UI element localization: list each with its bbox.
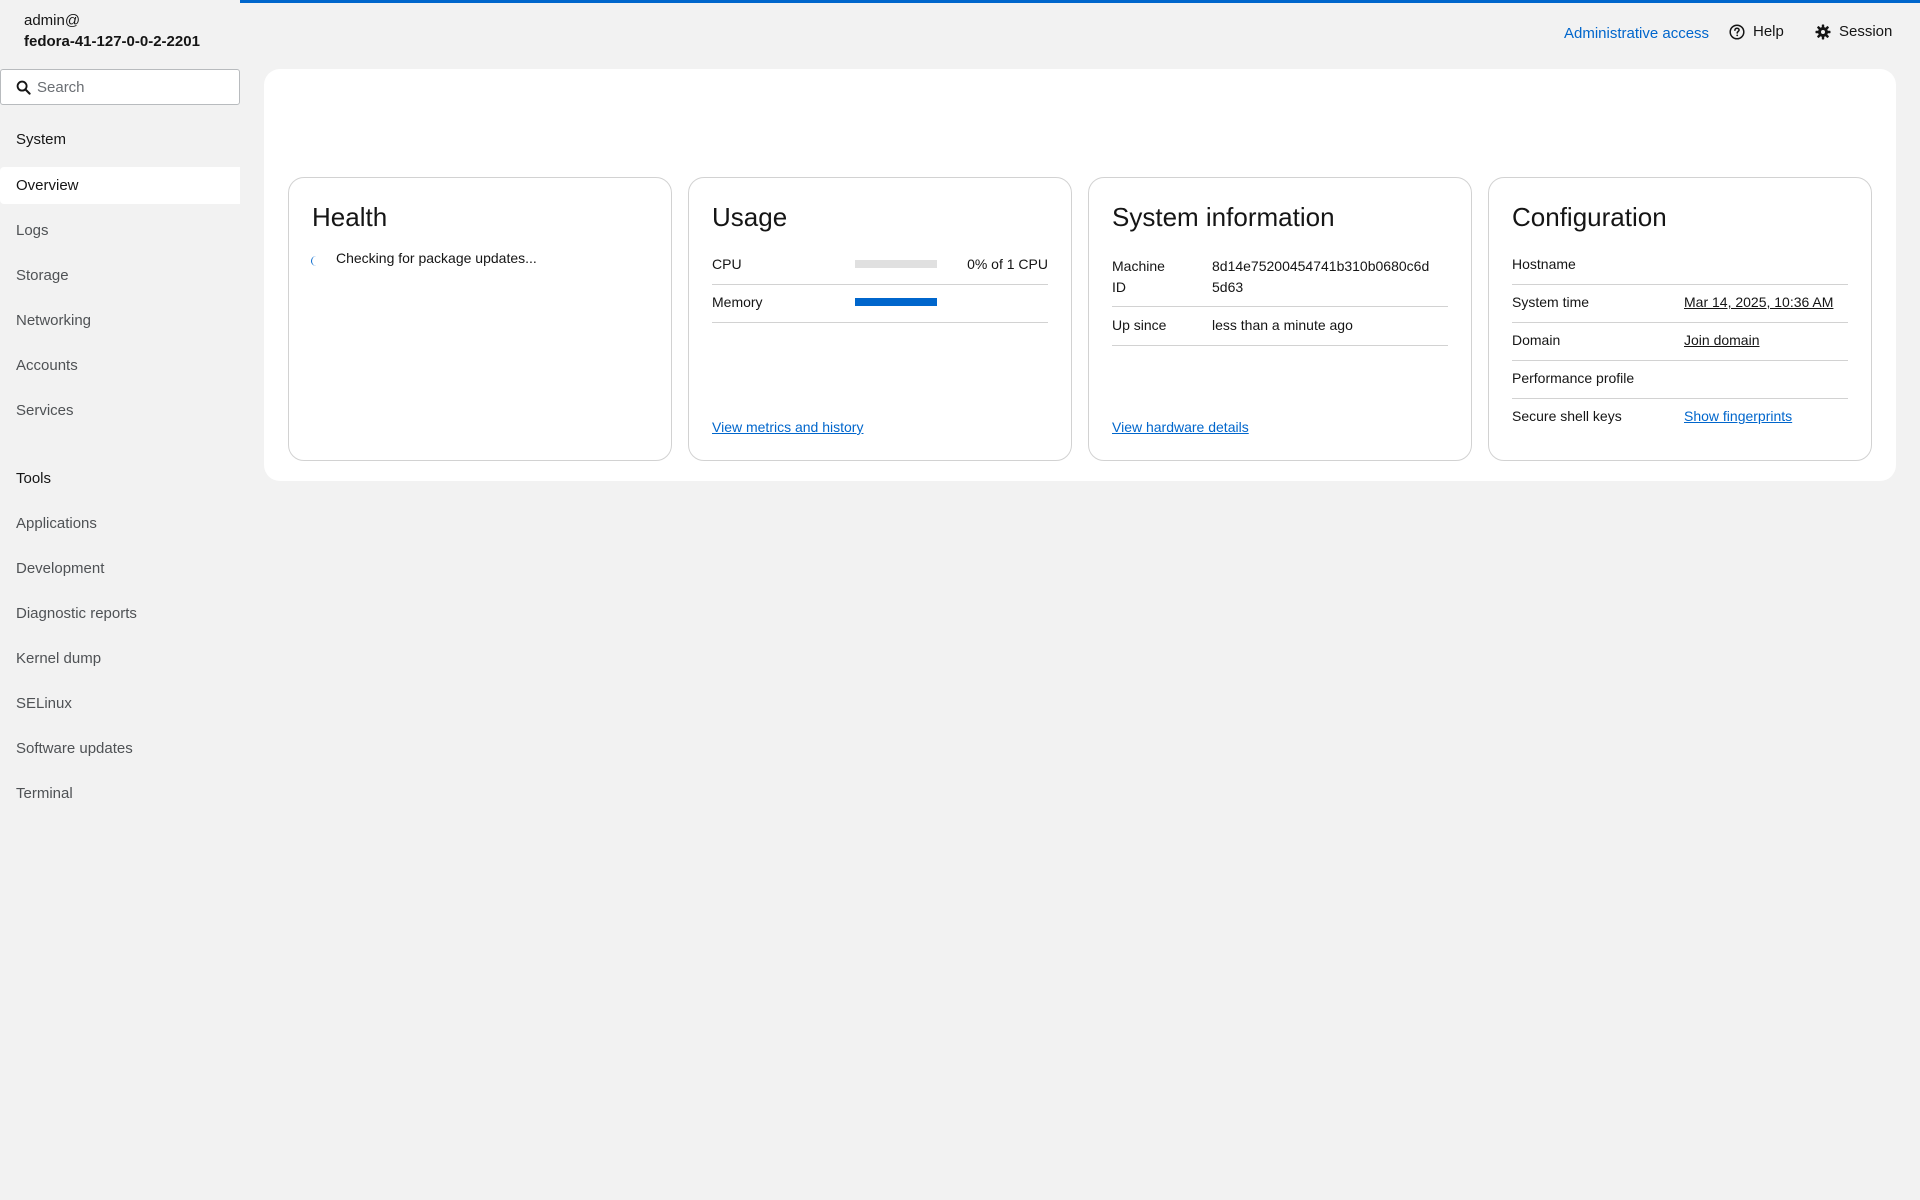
sidebar-item-selinux[interactable]: SELinux (0, 685, 240, 722)
up-since-value: less than a minute ago (1212, 317, 1353, 333)
sidebar: admin@ fedora-41-127-0-0-2-2201 System O… (0, 0, 240, 1200)
gear-icon (1815, 24, 1831, 39)
search-input[interactable] (37, 70, 232, 104)
cpu-label: CPU (712, 256, 742, 272)
up-since-row: Up since less than a minute ago (1112, 317, 1448, 346)
hostname-row: Hostname (1512, 256, 1848, 285)
sidebar-item-services[interactable]: Services (0, 392, 240, 429)
overview-panel: Health Checking for package updates... U… (264, 69, 1896, 481)
system-time-row: System time Mar 14, 2025, 10:36 AM (1512, 294, 1848, 323)
system-time-link[interactable]: Mar 14, 2025, 10:36 AM (1684, 294, 1833, 310)
administrative-access-link[interactable]: Administrative access (1564, 25, 1709, 42)
loading-bar (240, 0, 1920, 3)
nav-heading-tools: Tools (16, 470, 52, 487)
help-icon (1729, 23, 1745, 40)
help-button[interactable]: Help (1729, 23, 1784, 40)
view-metrics-link[interactable]: View metrics and history (712, 419, 863, 435)
system-time-label: System time (1512, 294, 1590, 310)
sidebar-item-software-updates[interactable]: Software updates (0, 730, 240, 767)
view-hardware-details-link[interactable]: View hardware details (1112, 419, 1249, 435)
nav-heading-system: System (16, 131, 67, 148)
sidebar-item-terminal[interactable]: Terminal (0, 775, 240, 812)
sidebar-item-storage[interactable]: Storage (0, 257, 240, 294)
memory-usage-bar (855, 298, 937, 306)
host-switcher[interactable]: admin@ fedora-41-127-0-0-2-2201 (24, 10, 200, 52)
sidebar-item-development[interactable]: Development (0, 550, 240, 587)
sidebar-item-applications[interactable]: Applications (0, 505, 240, 542)
configuration-card: Configuration Hostname System time Mar 1… (1488, 177, 1872, 461)
show-fingerprints-link[interactable]: Show fingerprints (1684, 408, 1792, 424)
health-status: Checking for package updates... (336, 250, 537, 266)
machine-id-row: Machine ID 8d14e75200454741b310b0680c6d 5d… (1112, 256, 1448, 307)
cpu-value: 0% of 1 CPU (967, 256, 1048, 272)
spinner-icon (311, 256, 321, 266)
usage-title: Usage (712, 202, 788, 232)
usage-card: Usage CPU 0% of 1 CPU Memory View metric… (688, 177, 1072, 461)
config-title: Configuration (1512, 202, 1667, 232)
health-title: Health (312, 202, 388, 232)
machine-id-value: 8d14e75200454741b310b0680c6d 5d63 (1212, 258, 1430, 295)
sidebar-item-logs[interactable]: Logs (0, 212, 240, 249)
hostname-label: Hostname (1512, 256, 1576, 272)
sidebar-item-kernel-dump[interactable]: Kernel dump (0, 640, 240, 677)
search-box[interactable] (0, 69, 240, 105)
ssh-keys-row: Secure shell keys Show fingerprints (1512, 408, 1848, 437)
ssh-keys-label: Secure shell keys (1512, 408, 1622, 424)
machine-id-label: Machine ID (1112, 258, 1165, 295)
health-card: Health Checking for package updates... (288, 177, 672, 461)
sidebar-item-diagnostic-reports[interactable]: Diagnostic reports (0, 595, 240, 632)
session-label: Session (1839, 23, 1893, 40)
domain-row: Domain Join domain (1512, 332, 1848, 361)
join-domain-link[interactable]: Join domain (1684, 332, 1760, 348)
sysinfo-title: System information (1112, 202, 1335, 232)
memory-usage-fill (855, 298, 937, 306)
host-user: admin@ (24, 12, 81, 29)
help-label: Help (1753, 23, 1784, 40)
sidebar-item-overview[interactable]: Overview (0, 167, 240, 204)
search-icon (16, 80, 31, 95)
cpu-row: CPU 0% of 1 CPU (712, 256, 1048, 285)
domain-label: Domain (1512, 332, 1561, 348)
memory-label: Memory (712, 294, 763, 310)
host-name: fedora-41-127-0-0-2-2201 (24, 33, 200, 50)
session-button[interactable]: Session (1815, 23, 1892, 40)
cpu-usage-bar (855, 260, 937, 268)
system-information-card: System information Machine ID 8d14e752004… (1088, 177, 1472, 461)
sidebar-item-accounts[interactable]: Accounts (0, 347, 240, 384)
performance-profile-label: Performance profile (1512, 370, 1635, 386)
performance-profile-row: Performance profile (1512, 370, 1848, 399)
memory-row: Memory (712, 294, 1048, 323)
sidebar-item-networking[interactable]: Networking (0, 302, 240, 339)
up-since-label: Up since (1112, 317, 1167, 333)
